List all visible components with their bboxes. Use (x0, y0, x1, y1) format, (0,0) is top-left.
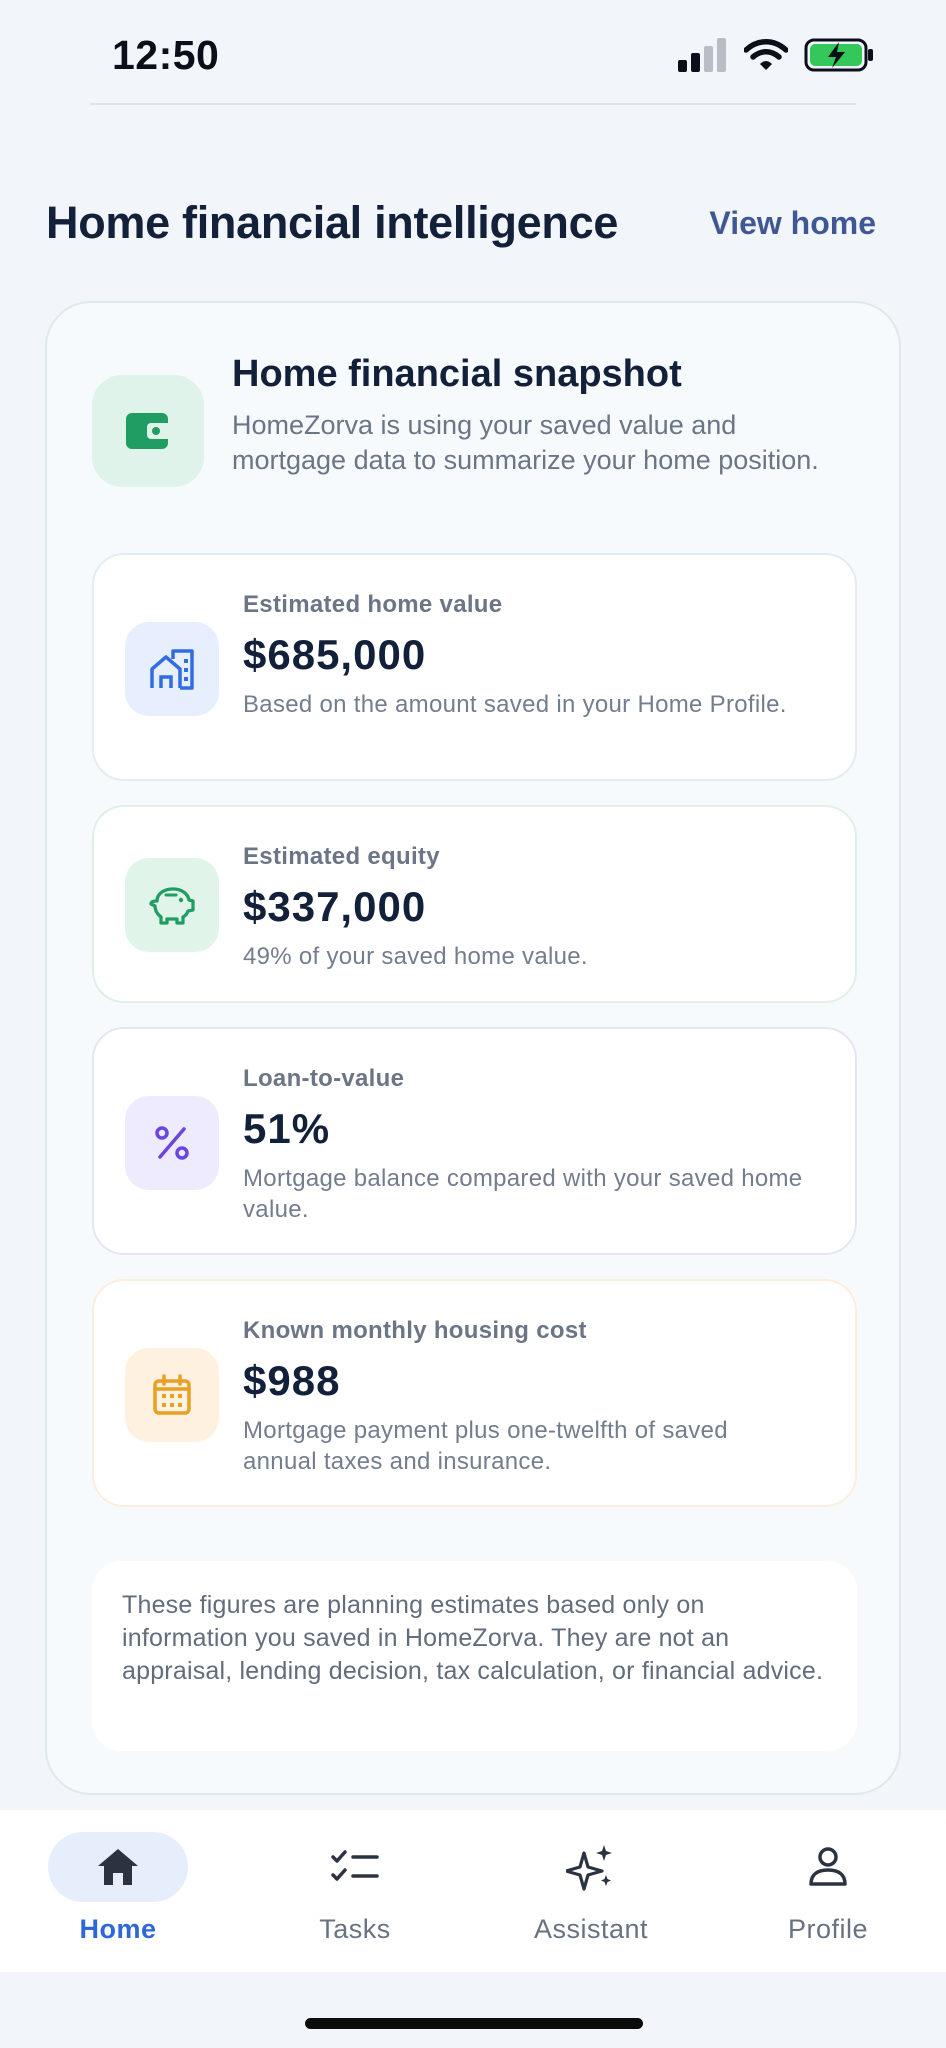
nav-pill (758, 1832, 898, 1902)
metric-note: Mortgage balance compared with your save… (243, 1165, 803, 1223)
calendar-icon (125, 1348, 219, 1442)
metric-note: Mortgage payment plus one-twelfth of sav… (243, 1417, 728, 1475)
metric-monthly-housing-cost: Known monthly housing cost $988 Mortgage… (92, 1279, 857, 1507)
status-time: 12:50 (112, 32, 220, 78)
home-indicator (305, 2018, 643, 2029)
view-home-link[interactable]: View home (709, 205, 876, 242)
wifi-icon (744, 39, 788, 70)
nav-pill (521, 1832, 661, 1902)
home-icon (98, 1849, 138, 1885)
metric-value: 51% (243, 1105, 331, 1152)
header-divider (90, 103, 856, 105)
nav-label: Tasks (319, 1914, 391, 1944)
metric-label: Estimated home value (243, 591, 503, 618)
metric-label: Loan-to-value (243, 1065, 405, 1092)
metric-label: Known monthly housing cost (243, 1317, 587, 1344)
bottom-nav: Home Tasks Assistant Profile (0, 1810, 946, 1972)
percent-icon (125, 1096, 219, 1190)
metric-value: $988 (243, 1357, 341, 1404)
financial-snapshot-card: Home financial snapshot HomeZorva is usi… (45, 301, 901, 1795)
nav-item-home[interactable]: Home (23, 1832, 213, 1952)
metric-loan-to-value: Loan-to-value 51% Mortgage balance compa… (92, 1027, 857, 1255)
nav-label: Profile (787, 1914, 869, 1944)
nav-item-profile[interactable]: Profile (733, 1832, 923, 1952)
status-bar: 12:50 (0, 0, 946, 105)
metric-label: Estimated equity (243, 843, 440, 870)
snapshot-title: Home financial snapshot (232, 353, 682, 395)
person-icon (809, 1847, 847, 1886)
snapshot-description: HomeZorva is using your saved value and … (232, 410, 819, 475)
metric-estimated-equity: Estimated equity $337,000 49% of your sa… (92, 805, 857, 1003)
nav-label: Assistant (533, 1914, 649, 1944)
nav-pill (285, 1832, 425, 1902)
checklist-icon (331, 1850, 379, 1881)
nav-item-assistant[interactable]: Assistant (496, 1832, 686, 1952)
metric-estimated-home-value: Estimated home value $685,000 Based on t… (92, 553, 857, 781)
nav-active-pill (48, 1832, 188, 1902)
battery-charging-icon (804, 38, 873, 72)
metric-value: $337,000 (243, 883, 427, 930)
nav-label: Home (79, 1914, 157, 1944)
disclaimer-text: These figures are planning estimates bas… (92, 1561, 857, 1751)
status-icons (678, 38, 876, 72)
wallet-icon (92, 375, 204, 487)
metric-value: $685,000 (243, 631, 427, 678)
nav-item-tasks[interactable]: Tasks (260, 1832, 450, 1952)
metric-note: Based on the amount saved in your Home P… (243, 691, 787, 718)
cellular-signal-icon (678, 38, 726, 72)
page-title: Home financial intelligence (46, 197, 619, 248)
piggy-bank-icon (125, 858, 219, 952)
page-header: Home financial intelligence View home (46, 188, 876, 258)
sparkles-icon (566, 1845, 612, 1891)
metric-note: 49% of your saved home value. (243, 943, 588, 970)
home-city-icon (125, 622, 219, 716)
